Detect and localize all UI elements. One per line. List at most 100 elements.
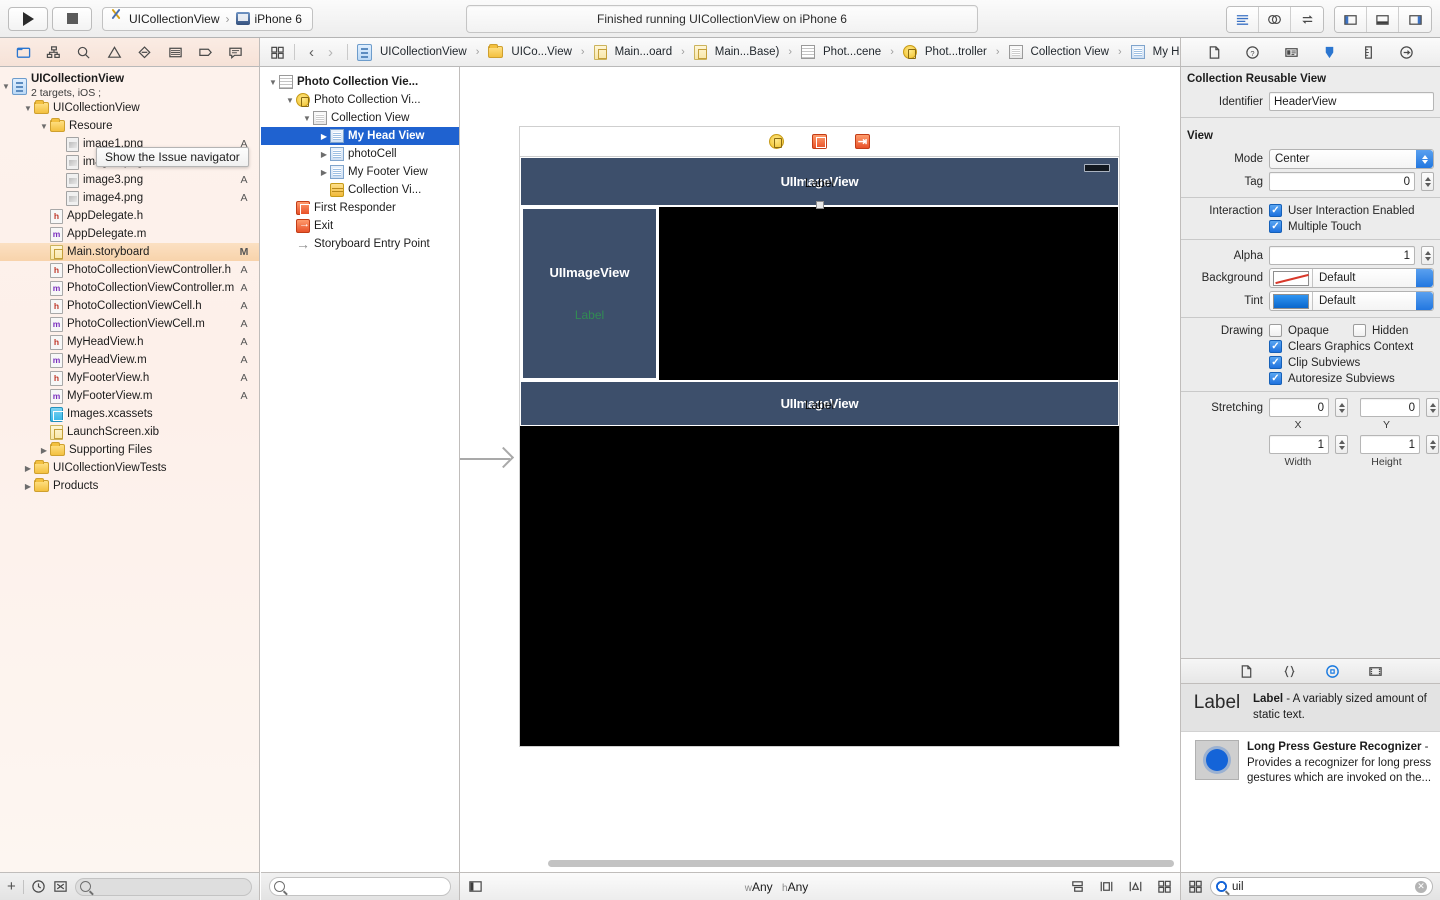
navigator-project-row[interactable]: ▼ UICollectionView 2 targets, iOS ; xyxy=(0,73,259,99)
outline-row[interactable]: ▼ Photo Collection Vie... xyxy=(261,73,459,91)
library-item-label[interactable]: Label Label - A variably sized amount of… xyxy=(1181,684,1440,733)
back-button[interactable]: ‹ xyxy=(304,44,319,61)
navigator-row[interactable]: Main.storyboard M xyxy=(0,243,259,261)
attributes-inspector-icon[interactable] xyxy=(1322,45,1337,60)
navigator-row[interactable]: ▶ UICollectionViewTests xyxy=(0,459,259,477)
breadcrumb-item-0[interactable]: UICollectionView xyxy=(357,43,467,61)
navigator-toggle-button[interactable] xyxy=(1335,7,1367,32)
resolve-issues-icon[interactable] xyxy=(1157,879,1172,894)
breadcrumb-item-2[interactable]: Main...oard xyxy=(593,44,672,60)
breadcrumb-item-1[interactable]: UICo...View xyxy=(488,44,572,58)
stretch-y-field[interactable]: 0 xyxy=(1360,398,1420,417)
navigator-row[interactable]: m MyHeadView.m A xyxy=(0,351,259,369)
stretch-width-stepper[interactable] xyxy=(1335,435,1348,454)
opaque-checkbox[interactable] xyxy=(1269,324,1282,337)
tint-color-well[interactable]: Default xyxy=(1269,291,1434,311)
disclosure-triangle-icon[interactable]: ▼ xyxy=(284,96,296,105)
library-item-long-press-gesture-recognizer[interactable]: Long Press Gesture Recognizer - Provides… xyxy=(1181,732,1440,795)
code-snippet-library-icon[interactable] xyxy=(1282,664,1297,679)
project-navigator-icon[interactable] xyxy=(16,45,31,60)
stretch-x-stepper[interactable] xyxy=(1335,398,1348,417)
clears-graphics-context-checkbox[interactable] xyxy=(1269,340,1282,353)
disclosure-triangle-icon[interactable]: ▼ xyxy=(38,122,50,131)
navigator-row[interactable]: LaunchScreen.xib xyxy=(0,423,259,441)
disclosure-triangle-icon[interactable]: ▼ xyxy=(0,82,12,91)
pin-icon[interactable] xyxy=(1128,879,1143,894)
navigator-row[interactable]: h MyFooterView.h A xyxy=(0,369,259,387)
tag-field[interactable]: 0 xyxy=(1269,172,1415,191)
resize-handle[interactable] xyxy=(815,201,824,209)
identifier-field[interactable]: HeaderView xyxy=(1269,92,1434,111)
project-navigator[interactable]: ▼ UICollectionView 2 targets, iOS ; ▼ UIC… xyxy=(0,67,260,872)
disclosure-triangle-icon[interactable]: ▶ xyxy=(318,132,330,141)
tag-stepper[interactable] xyxy=(1421,172,1434,191)
disclosure-triangle-icon[interactable]: ▼ xyxy=(301,114,313,123)
outline-row[interactable]: → Storyboard Entry Point xyxy=(261,235,459,253)
standard-editor-button[interactable] xyxy=(1227,7,1259,32)
object-library-list[interactable]: Label Label - A variably sized amount of… xyxy=(1181,684,1440,872)
utilities-toggle-button[interactable] xyxy=(1399,7,1431,32)
navigator-row[interactable]: image3.png A xyxy=(0,171,259,189)
document-outline[interactable]: ▼ Photo Collection Vie... ▼ Photo Collectio… xyxy=(261,67,460,872)
assistant-editor-button[interactable] xyxy=(1259,7,1291,32)
navigator-row[interactable]: m PhotoCollectionViewController.m A xyxy=(0,279,259,297)
outline-row[interactable]: First Responder xyxy=(261,199,459,217)
find-navigator-icon[interactable] xyxy=(76,45,91,60)
photo-cell[interactable]: UIImageView Label xyxy=(520,206,659,381)
quick-help-inspector-icon[interactable]: ? xyxy=(1245,45,1260,60)
stretch-height-stepper[interactable] xyxy=(1426,435,1439,454)
related-items-icon[interactable] xyxy=(270,45,285,60)
identity-inspector-icon[interactable] xyxy=(1284,45,1299,60)
disclosure-triangle-icon[interactable]: ▶ xyxy=(22,464,34,473)
autoresize-subviews-checkbox[interactable] xyxy=(1269,372,1282,385)
debug-navigator-icon[interactable] xyxy=(168,45,183,60)
align-icon[interactable] xyxy=(1099,879,1114,894)
navigator-row[interactable]: h PhotoCollectionViewCell.h A xyxy=(0,297,259,315)
debug-area-toggle-button[interactable] xyxy=(1367,7,1399,32)
navigator-row[interactable]: ▶ Supporting Files xyxy=(0,441,259,459)
stretch-x-field[interactable]: 0 xyxy=(1269,398,1329,417)
navigator-row[interactable]: ▼ UICollectionView xyxy=(0,99,259,117)
disclosure-triangle-icon[interactable]: ▶ xyxy=(318,150,330,159)
file-template-library-icon[interactable] xyxy=(1239,664,1254,679)
breadcrumb-item-5[interactable]: Phot...troller xyxy=(902,45,987,59)
file-inspector-icon[interactable] xyxy=(1207,45,1222,60)
navigator-row[interactable]: Images.xcassets xyxy=(0,405,259,423)
disclosure-triangle-icon[interactable]: ▼ xyxy=(22,104,34,113)
outline-row[interactable]: ▶ My Head View xyxy=(261,127,459,145)
my-footer-view[interactable]: UIImageView Label xyxy=(520,381,1119,426)
photo-collection-view-scene[interactable]: ⇥ UIImageView Label UIImageView Label UI… xyxy=(460,126,1120,747)
disclosure-triangle-icon[interactable]: ▼ xyxy=(267,78,279,87)
disclosure-triangle-icon[interactable]: ▶ xyxy=(318,168,330,177)
report-navigator-icon[interactable] xyxy=(228,45,243,60)
navigator-row[interactable]: m AppDelegate.m xyxy=(0,225,259,243)
connections-inspector-icon[interactable] xyxy=(1399,45,1414,60)
alpha-field[interactable]: 1 xyxy=(1269,246,1415,265)
version-editor-button[interactable] xyxy=(1291,7,1323,32)
outline-row[interactable]: ▼ Collection View xyxy=(261,109,459,127)
my-head-view[interactable]: UIImageView Label xyxy=(520,157,1119,209)
alpha-stepper[interactable] xyxy=(1421,246,1434,265)
background-color-well[interactable]: Default xyxy=(1269,268,1434,288)
multiple-touch-checkbox[interactable] xyxy=(1269,220,1282,233)
outline-row[interactable]: ▶ My Footer View xyxy=(261,163,459,181)
library-search-field[interactable]: uil ✕ xyxy=(1210,877,1433,896)
recent-files-filter-icon[interactable] xyxy=(31,879,46,894)
add-file-button[interactable]: + xyxy=(7,878,16,895)
stack-view-icon[interactable] xyxy=(1070,879,1085,894)
library-display-mode-icon[interactable] xyxy=(1188,879,1203,894)
user-interaction-enabled-checkbox[interactable] xyxy=(1269,204,1282,217)
clear-search-icon[interactable]: ✕ xyxy=(1415,880,1427,893)
forward-button[interactable]: › xyxy=(323,44,338,61)
media-library-icon[interactable] xyxy=(1368,664,1383,679)
navigator-filter-field[interactable] xyxy=(74,877,252,896)
stretch-height-field[interactable]: 1 xyxy=(1360,435,1420,454)
outline-row[interactable]: ▶ photoCell xyxy=(261,145,459,163)
collection-view-empty-area[interactable] xyxy=(520,426,1119,746)
stretch-y-stepper[interactable] xyxy=(1426,398,1439,417)
outline-filter-field[interactable] xyxy=(269,877,451,896)
navigator-row[interactable]: h PhotoCollectionViewController.h A xyxy=(0,261,259,279)
breadcrumb-item-4[interactable]: Phot...cene xyxy=(801,45,881,59)
symbol-navigator-icon[interactable] xyxy=(46,45,61,60)
navigator-row[interactable]: ▼ Resoure xyxy=(0,117,259,135)
